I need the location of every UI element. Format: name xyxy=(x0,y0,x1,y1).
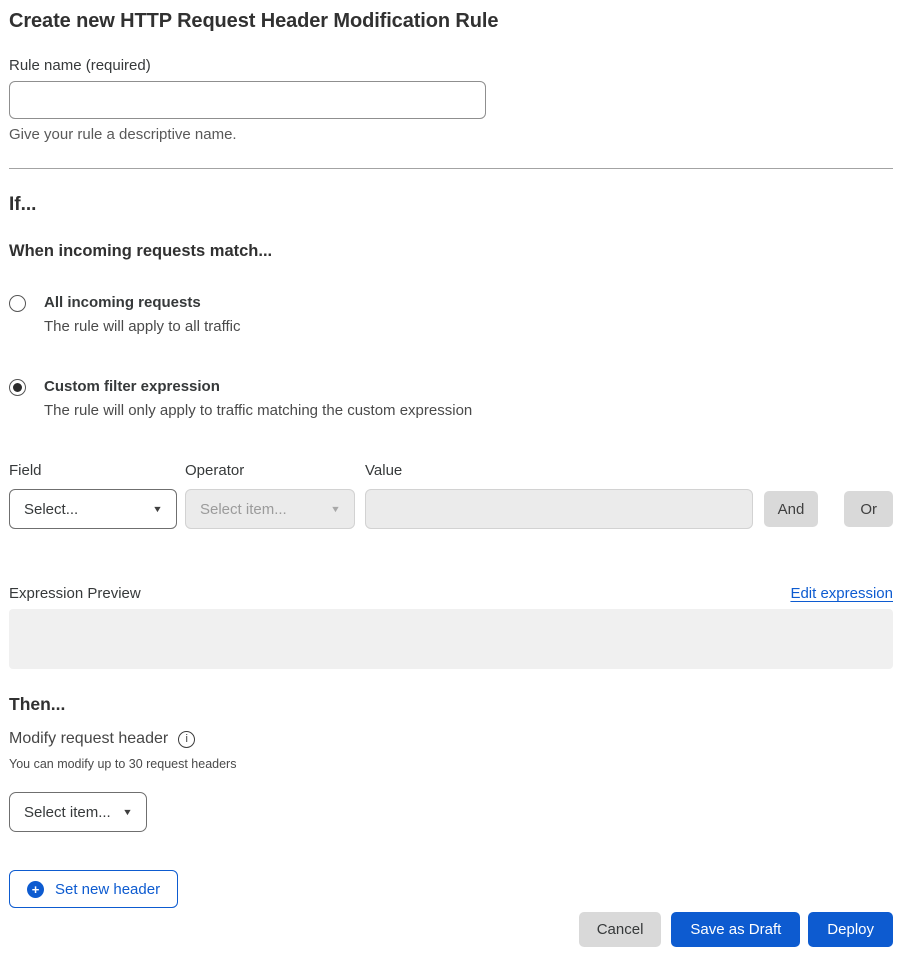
or-button[interactable]: Or xyxy=(844,491,893,527)
header-item-select-value: Select item... xyxy=(24,804,111,821)
modify-header-helper: You can modify up to 30 request headers xyxy=(9,757,893,772)
deploy-button[interactable]: Deploy xyxy=(808,912,893,947)
modify-request-header-label: Modify request header xyxy=(9,729,168,749)
cancel-button[interactable]: Cancel xyxy=(579,912,662,947)
expression-preview-box xyxy=(9,609,893,669)
operator-label: Operator xyxy=(185,462,355,480)
caret-down-icon: ▼ xyxy=(122,808,133,817)
expression-builder-row: Field Select... ▼ Operator Select item..… xyxy=(9,462,893,529)
radio-button-icon[interactable] xyxy=(9,295,26,312)
page-title: Create new HTTP Request Header Modificat… xyxy=(9,9,893,33)
caret-down-icon: ▼ xyxy=(152,505,163,514)
footer-action-bar: Cancel Save as Draft Deploy xyxy=(9,912,893,947)
option-label: Custom filter expression xyxy=(44,378,472,396)
operator-select-value: Select item... xyxy=(200,501,287,518)
expression-preview-label: Expression Preview xyxy=(9,585,141,602)
rule-name-input[interactable] xyxy=(9,81,486,119)
then-heading: Then... xyxy=(9,694,893,715)
section-divider xyxy=(9,168,893,169)
edit-expression-link[interactable]: Edit expression xyxy=(790,585,893,602)
option-all-incoming-requests[interactable]: All incoming requests The rule will appl… xyxy=(9,294,893,336)
rule-name-helper: Give your rule a descriptive name. xyxy=(9,125,893,144)
save-as-draft-button[interactable]: Save as Draft xyxy=(671,912,800,947)
if-heading: If... xyxy=(9,194,893,216)
create-rule-page: Create new HTTP Request Header Modificat… xyxy=(0,0,899,956)
field-select[interactable]: Select... ▼ xyxy=(9,489,177,529)
rule-name-label: Rule name (required) xyxy=(9,56,893,75)
value-input[interactable] xyxy=(365,489,753,529)
plus-icon: + xyxy=(27,881,44,898)
modify-header-row: Modify request header i xyxy=(9,729,893,749)
option-label: All incoming requests xyxy=(44,294,240,312)
option-description: The rule will only apply to traffic matc… xyxy=(44,402,472,420)
value-label: Value xyxy=(365,462,753,480)
and-button[interactable]: And xyxy=(764,491,819,527)
field-label: Field xyxy=(9,462,177,480)
option-custom-filter-expression[interactable]: Custom filter expression The rule will o… xyxy=(9,378,893,420)
match-subheading: When incoming requests match... xyxy=(9,241,893,261)
set-new-header-button[interactable]: + Set new header xyxy=(9,870,178,908)
caret-down-icon: ▼ xyxy=(330,505,341,514)
field-select-value: Select... xyxy=(24,501,78,518)
operator-select[interactable]: Select item... ▼ xyxy=(185,489,355,529)
option-description: The rule will apply to all traffic xyxy=(44,318,240,336)
info-icon[interactable]: i xyxy=(178,731,195,748)
radio-button-icon[interactable] xyxy=(9,379,26,396)
header-item-select[interactable]: Select item... ▼ xyxy=(9,792,147,832)
set-new-header-label: Set new header xyxy=(55,881,160,898)
expression-preview-header: Expression Preview Edit expression xyxy=(9,585,893,602)
